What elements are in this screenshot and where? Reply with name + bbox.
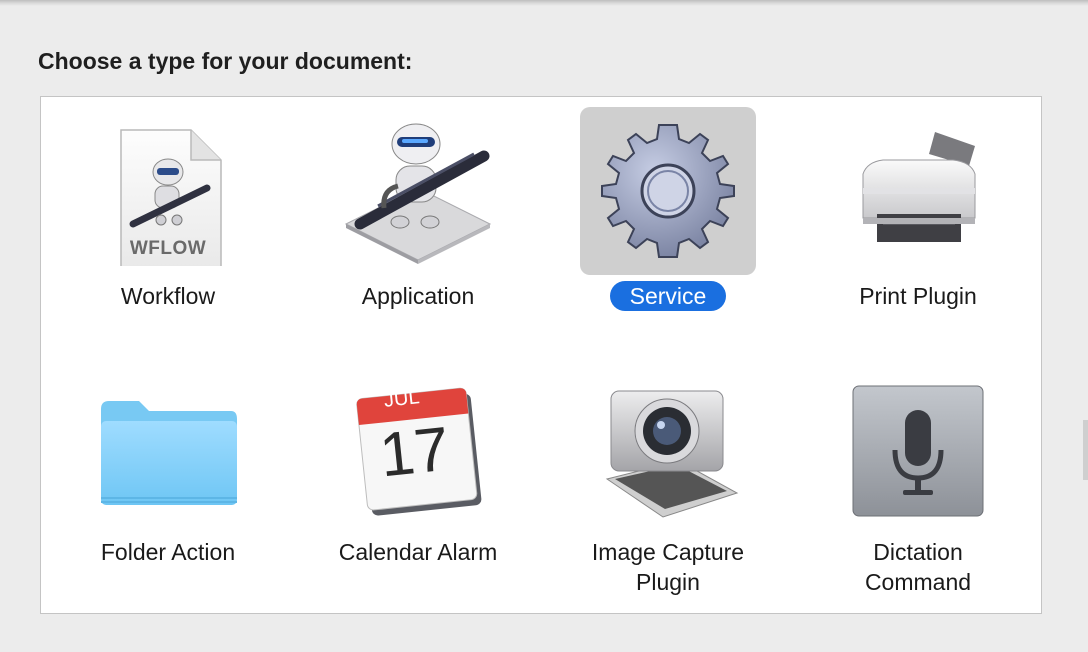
type-label: Application xyxy=(361,283,475,309)
microphone-icon xyxy=(830,367,1006,535)
camera-icon xyxy=(580,367,756,535)
window-edge xyxy=(1083,420,1088,480)
type-label: Calendar Alarm xyxy=(338,539,498,565)
document-type-grid: WFLOW Workflow Application Service Print… xyxy=(40,96,1042,614)
automator-robot-icon xyxy=(330,107,506,275)
wflow-badge: WFLOW xyxy=(129,238,207,259)
type-label: Workflow xyxy=(120,283,216,309)
gear-icon xyxy=(601,124,735,258)
workflow-document-icon: WFLOW xyxy=(80,107,256,275)
printer-icon xyxy=(830,107,1006,275)
type-label: Folder Action xyxy=(100,539,236,565)
calendar-month: JUL xyxy=(382,386,421,412)
calendar-icon: JUL 17 xyxy=(330,367,506,535)
window-top-edge xyxy=(0,0,1088,6)
folder-icon xyxy=(80,367,256,535)
type-service[interactable]: Service xyxy=(543,99,793,339)
type-label: Image Capture Plugin xyxy=(591,539,745,595)
type-image-capture-plugin[interactable]: Image Capture Plugin xyxy=(543,359,793,599)
type-print-plugin[interactable]: Print Plugin xyxy=(793,99,1043,339)
type-label: Dictation Command xyxy=(864,539,972,595)
type-dictation-command[interactable]: Dictation Command xyxy=(793,359,1043,599)
type-label-selected: Service xyxy=(609,281,727,311)
type-label: Print Plugin xyxy=(859,283,977,309)
type-calendar-alarm[interactable]: JUL 17 Calendar Alarm xyxy=(293,359,543,599)
type-application[interactable]: Application xyxy=(293,99,543,339)
prompt-heading: Choose a type for your document: xyxy=(38,48,413,74)
type-workflow[interactable]: WFLOW Workflow xyxy=(43,99,293,339)
selected-tile xyxy=(580,107,756,275)
calendar-day: 17 xyxy=(376,414,453,491)
type-folder-action[interactable]: Folder Action xyxy=(43,359,293,599)
